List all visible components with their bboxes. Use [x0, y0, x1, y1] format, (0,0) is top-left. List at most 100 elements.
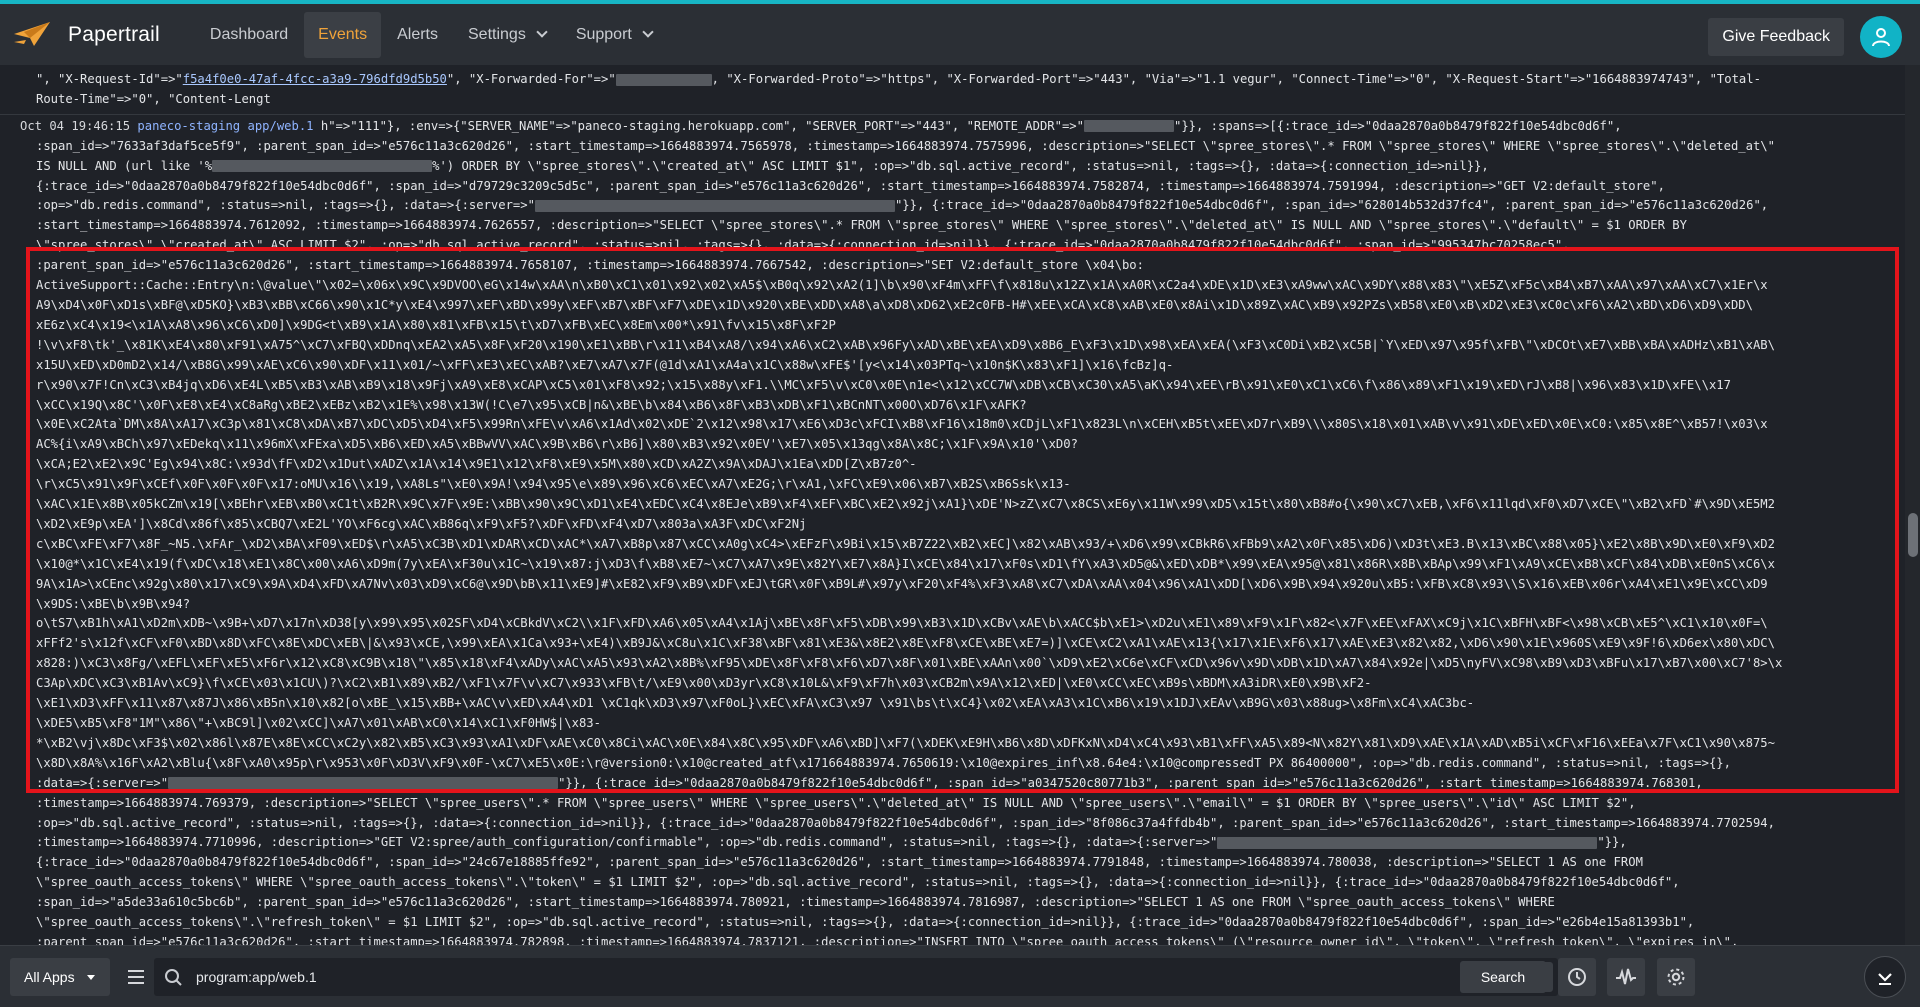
log-line: ", "X-Request-Id"=>"f5a4f0e0-47af-4fcc-a… [0, 70, 1905, 90]
all-apps-label: All Apps [24, 969, 75, 985]
top-navigation-bar: Papertrail Dashboard Events Alerts Setti… [0, 0, 1920, 65]
log-line: x15U\xED\xD0mD2\x14/\xB8G\x99\xAE\xC6\x9… [36, 357, 1174, 372]
log-text: ", "X-Request-Id"=>" [36, 72, 183, 86]
log-line: :op=>"db.sql.active_record", :status=>ni… [36, 815, 1775, 830]
log-line: \xCA;E2\xE2\x9C'Eg\x94\x8C:\x93d\fF\xD2\… [36, 457, 917, 472]
event-separator [0, 113, 1905, 115]
log-line: xFFf2's\x12f\xCF\xF0\xBD\x8D\xFC\x8E\xDC… [36, 636, 1775, 651]
log-line: :parent_span_id=>"e576c11a3c620d26", :st… [36, 934, 1739, 945]
nav-support[interactable]: Support [562, 12, 666, 58]
log-text: "}}, :spans=>[{:trace_id=>"0daa2870a0b84… [1173, 118, 1622, 133]
time-button[interactable] [1558, 958, 1596, 996]
log-line: *\xB2\vj\x8Dc\xF3$\x02\x86l\x87E\x8E\xCC… [36, 735, 1775, 750]
log-text: IS NULL AND (url like '% [36, 158, 213, 173]
log-line: \xAC\x1E\x8B\x05kCZm\x19[\xBEhr\xEB\xB0\… [36, 497, 1775, 512]
log-text: %') ORDER BY \"spree_stores\".\"created_… [432, 158, 1489, 173]
log-line: :span_id=>"a5de33a610c5bc6b", :parent_sp… [36, 895, 1555, 910]
log-line: \"spree_stores\".\"created_at\" ASC LIMI… [36, 238, 1570, 253]
papertrail-logo-icon [14, 21, 50, 46]
log-line: \x9DS:\xBE\b\x9B\x94? [36, 596, 191, 611]
log-line: o\tS7\xB1h\xA1\xD2m\xDB~\x9B+\xD7\x17n\x… [36, 616, 1768, 631]
settings-button[interactable] [1657, 958, 1695, 996]
scroll-to-bottom-button[interactable] [1864, 956, 1906, 998]
log-text: "}}, [1597, 835, 1627, 850]
log-line: Route-Time"=>"0", "Content-Lengt [36, 91, 271, 106]
log-line: \xDE5\xB5\xF8"1M"\x86\"+\xBC9l]\x02\xCC]… [36, 716, 601, 730]
clock-icon [1568, 968, 1586, 986]
log-line: !\v\xF8\tk'_\x81K\xE4\x80\xF91\xA75^\xC7… [36, 337, 1775, 352]
log-line: \x10@*\x1C\xE4\x19(f\xDC\x18\xE1\x8C\x00… [36, 556, 1775, 571]
log-line: :timestamp=>1664883974.7710996, :descrip… [0, 833, 1905, 853]
log-scrollbar[interactable] [1905, 65, 1920, 945]
menu-icon-bar [128, 982, 144, 984]
log-line: \x0E\xC2Ata`DM\x8A\xA17\xC3p\x81\xC8\xDA… [36, 417, 1768, 432]
event-program[interactable]: app/web.1 [247, 119, 313, 133]
log-line: \"spree_oauth_access_tokens\" WHERE \"sp… [36, 875, 1680, 890]
log-line: IS NULL AND (url like '% %') ORDER BY \"s… [0, 157, 1905, 177]
menu-button[interactable] [120, 958, 152, 996]
log-line: xE6z\xC4\x19<\x1A\xA8\x96\xC6\xD0]\x9DG<… [36, 317, 836, 332]
main-nav: Dashboard Events Alerts Settings Support [196, 4, 668, 65]
nav-support-label: Support [575, 25, 632, 43]
log-line: 9A\x1A>\xCEnc\x92g\x80\x17\xC9\x9A\xD4\x… [36, 576, 1768, 591]
search-icon [165, 969, 182, 986]
redacted-block [615, 73, 712, 86]
log-line: ActiveSupport::Cache::Entry\n:\@value\"\… [36, 278, 1768, 293]
log-line: c\xBC\xFE\xF7\x8F_~N5.\xFAr_\xD2\xBA\xF0… [36, 536, 1775, 551]
activity-icon [1616, 968, 1636, 985]
log-line: \xD2\xE9p\xEA']\x8Cd\x86f\x85\xCBQ7\xE2L… [36, 516, 807, 531]
caret-down-icon [86, 974, 95, 980]
log-text: "}}, {:trace_id=>"0daa2870a0b8479f822f10… [558, 775, 1703, 790]
log-line: :start_timestamp=>1664883974.7612092, :t… [36, 218, 1687, 233]
menu-icon-bar [128, 976, 144, 978]
log-line: {:trace_id=>"0daa2870a0b8479f822f10e54db… [36, 855, 1643, 870]
nav-dashboard[interactable]: Dashboard [196, 12, 302, 58]
search-input[interactable] [188, 958, 1497, 996]
log-line: x828:)\xC3\x8Fg/\xEFL\xEF\xE5\xF6r\x12\x… [36, 656, 1783, 671]
log-line: :span_id=>"7633af3daf5ce5f9", :parent_sp… [36, 138, 1775, 153]
log-line: :op=>"db.redis.command", :status=>nil, :… [0, 196, 1905, 216]
log-line: \x8D\x8A%\x16F\xA2\xBlu{\x8F\xA0\x95p\r\… [36, 755, 1731, 770]
give-feedback-button[interactable]: Give Feedback [1708, 18, 1844, 56]
search-button[interactable]: Search [1460, 961, 1546, 993]
log-line: :data=>{:server=>" "}}, {:trace_id=>"0daa… [0, 774, 1905, 794]
log-line: :parent_span_id=>"e576c11a3c620d26", :st… [36, 258, 1144, 273]
user-avatar[interactable] [1860, 16, 1902, 58]
search-bar: All Apps Search [0, 945, 1920, 1007]
all-apps-dropdown[interactable]: All Apps [10, 958, 110, 996]
log-line: \xE1\xD3\xFF\x11\x87\x87J\x86\xB5n\x10\x… [36, 696, 1475, 711]
log-text: :op=>"db.redis.command", :status=>nil, :… [36, 198, 535, 213]
log-text: "}}, {:trace_id=>"0daa2870a0b8479f822f10… [894, 198, 1769, 213]
nav-settings[interactable]: Settings [454, 12, 560, 58]
log-line: \r\xC5\x91\x9F\xCEf\x0F\x0F\x0F\x17:oMU\… [36, 477, 1071, 492]
redacted-block [1083, 120, 1174, 133]
log-text: h"=>"111"}, :env=>{"SERVER_NAME"=>"panec… [320, 118, 1084, 133]
nav-settings-label: Settings [468, 25, 526, 43]
redacted-block [212, 160, 433, 173]
brand-name: Papertrail [68, 22, 160, 46]
log-text: ", "X-Forwarded-For"=>" [446, 72, 616, 86]
redacted-block [534, 199, 895, 212]
log-text: :timestamp=>1664883974.7710996, :descrip… [36, 835, 1218, 850]
redacted-block [1217, 836, 1598, 849]
user-icon [1872, 28, 1890, 47]
request-id-link[interactable]: f5a4f0e0-47af-4fcc-a3a9-796dfd9d5b50 [183, 72, 447, 86]
log-line: \"spree_oauth_access_tokens\".\"refresh_… [36, 915, 1695, 930]
event-log: ", "X-Request-Id"=>"f5a4f0e0-47af-4fcc-a… [0, 65, 1905, 945]
logo[interactable]: Papertrail [12, 4, 160, 65]
log-line: Oct 04 19:46:15 paneco-staging app/web.1… [0, 117, 1905, 137]
log-line: C3Ap\xDC\xC3\xB1Av\xC9}\f\xCE\x03\x1CU\)… [36, 676, 1372, 691]
log-line: :timestamp=>1664883974.769379, :descript… [36, 795, 1636, 810]
menu-icon [128, 970, 144, 972]
search-field[interactable] [154, 958, 1558, 996]
event-host[interactable]: paneco-staging [137, 119, 240, 133]
nav-alerts[interactable]: Alerts [383, 12, 452, 58]
event-timestamp[interactable]: Oct 04 19:46:15 [20, 119, 130, 133]
chevron-down-icon [536, 26, 548, 38]
log-line: \xCC\x19Q\x8C'\x0F\xE8\xE4\xC8aRg\xBE2\x… [36, 397, 1027, 412]
scrollbar-thumb[interactable] [1908, 513, 1918, 557]
activity-button[interactable] [1607, 958, 1645, 996]
nav-events[interactable]: Events [304, 11, 382, 58]
log-text: , "X-Forwarded-Proto"=>"https", "X-Forwa… [711, 72, 1761, 86]
log-text: :data=>{:server=>" [36, 775, 169, 790]
